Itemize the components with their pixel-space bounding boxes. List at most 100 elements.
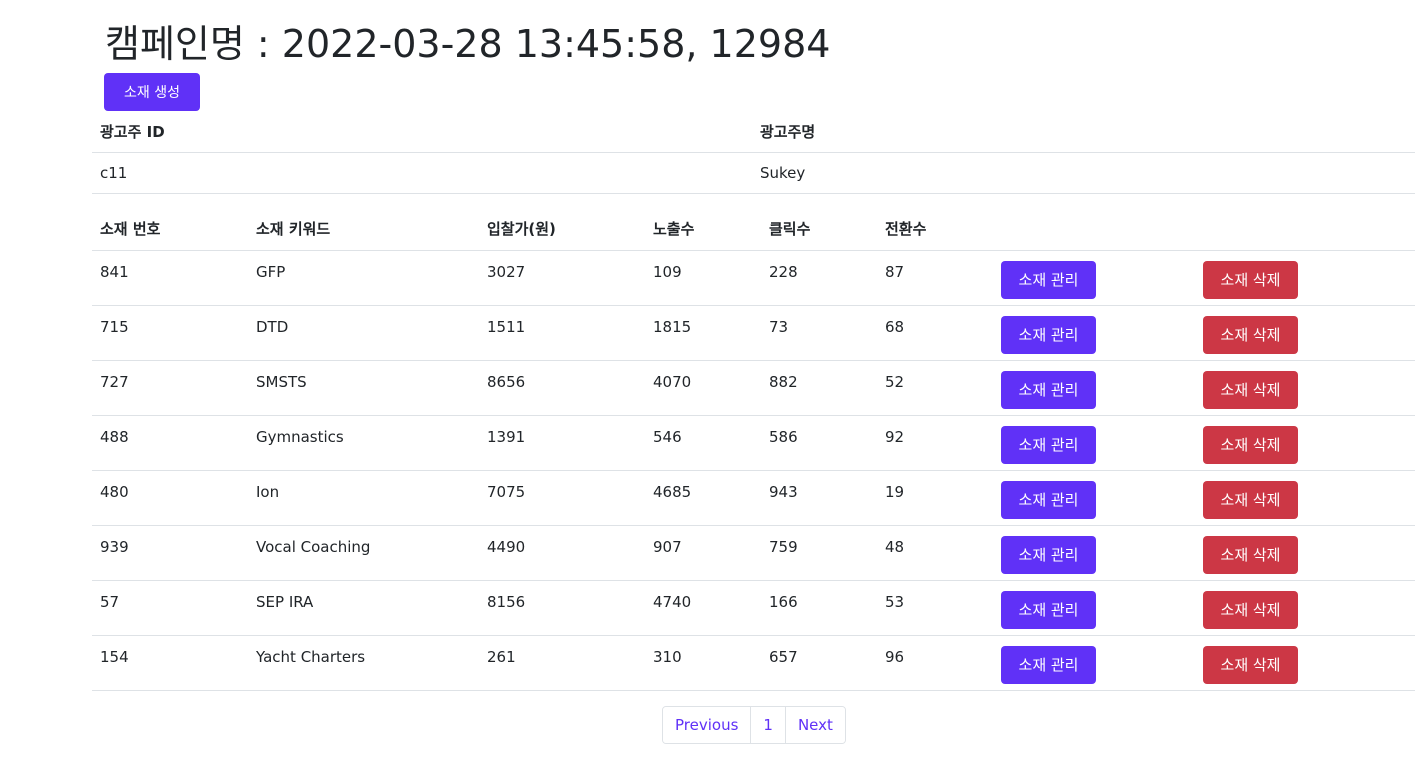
cell-creative-number: 57 bbox=[92, 580, 248, 636]
cell-creative-number: 727 bbox=[92, 360, 248, 416]
delete-creative-button[interactable]: 소재 삭제 bbox=[1203, 425, 1298, 464]
header-clicks: 클릭수 bbox=[761, 208, 877, 251]
cell-delete: 소재 삭제 bbox=[1195, 580, 1415, 636]
cell-impressions: 310 bbox=[645, 635, 761, 691]
cell-manage: 소재 관리 bbox=[993, 360, 1195, 416]
cell-bid-price: 8656 bbox=[479, 360, 645, 416]
manage-creative-button[interactable]: 소재 관리 bbox=[1001, 260, 1096, 299]
cell-clicks: 166 bbox=[761, 580, 877, 636]
cell-impressions: 4740 bbox=[645, 580, 761, 636]
pagination-previous[interactable]: Previous bbox=[663, 707, 751, 743]
cell-clicks: 73 bbox=[761, 305, 877, 361]
cell-creative-number: 488 bbox=[92, 415, 248, 471]
cell-creative-number: 480 bbox=[92, 470, 248, 526]
manage-creative-button[interactable]: 소재 관리 bbox=[1001, 645, 1096, 684]
table-row: 841 GFP 3027 109 228 87 소재 관리 소재 삭제 bbox=[92, 250, 1415, 306]
cell-bid-price: 4490 bbox=[479, 525, 645, 581]
cell-creative-keyword: Gymnastics bbox=[248, 415, 479, 471]
table-row: 154 Yacht Charters 261 310 657 96 소재 관리 소재 삭제 bbox=[92, 635, 1415, 691]
cell-conversions: 68 bbox=[877, 305, 993, 361]
cell-impressions: 907 bbox=[645, 525, 761, 581]
cell-manage: 소재 관리 bbox=[993, 305, 1195, 361]
delete-creative-button[interactable]: 소재 삭제 bbox=[1203, 260, 1298, 299]
header-advertiser-id: 광고주 ID bbox=[92, 111, 752, 153]
cell-manage: 소재 관리 bbox=[993, 470, 1195, 526]
cell-conversions: 96 bbox=[877, 635, 993, 691]
cell-conversions: 87 bbox=[877, 250, 993, 306]
cell-delete: 소재 삭제 bbox=[1195, 250, 1415, 306]
delete-creative-button[interactable]: 소재 삭제 bbox=[1203, 370, 1298, 409]
cell-clicks: 882 bbox=[761, 360, 877, 416]
header-bid-price: 입찰가(원) bbox=[479, 208, 645, 251]
cell-impressions: 4070 bbox=[645, 360, 761, 416]
delete-creative-button[interactable]: 소재 삭제 bbox=[1203, 645, 1298, 684]
cell-impressions: 4685 bbox=[645, 470, 761, 526]
manage-creative-button[interactable]: 소재 관리 bbox=[1001, 425, 1096, 464]
header-impressions: 노출수 bbox=[645, 208, 761, 251]
header-conversions: 전환수 bbox=[877, 208, 993, 251]
manage-creative-button[interactable]: 소재 관리 bbox=[1001, 370, 1096, 409]
delete-creative-button[interactable]: 소재 삭제 bbox=[1203, 315, 1298, 354]
advertiser-row: c11 Sukey bbox=[92, 152, 1415, 194]
manage-creative-button[interactable]: 소재 관리 bbox=[1001, 535, 1096, 574]
cell-conversions: 53 bbox=[877, 580, 993, 636]
pagination: Previous 1 Next bbox=[662, 706, 846, 744]
table-row: 715 DTD 1511 1815 73 68 소재 관리 소재 삭제 bbox=[92, 305, 1415, 361]
advertiser-id-value: c11 bbox=[92, 152, 752, 194]
cell-bid-price: 7075 bbox=[479, 470, 645, 526]
cell-impressions: 546 bbox=[645, 415, 761, 471]
cell-creative-keyword: SMSTS bbox=[248, 360, 479, 416]
header-delete bbox=[1195, 208, 1415, 251]
cell-creative-keyword: DTD bbox=[248, 305, 479, 361]
cell-clicks: 228 bbox=[761, 250, 877, 306]
page-title: 캠페인명 : 2022-03-28 13:45:58, 12984 bbox=[105, 22, 831, 66]
creative-table: 소재 번호 소재 키워드 입찰가(원) 노출수 클릭수 전환수 841 GFP 30… bbox=[92, 208, 1415, 691]
table-row: 488 Gymnastics 1391 546 586 92 소재 관리 소재 삭제 bbox=[92, 415, 1415, 471]
cell-manage: 소재 관리 bbox=[993, 580, 1195, 636]
cell-creative-number: 841 bbox=[92, 250, 248, 306]
cell-bid-price: 261 bbox=[479, 635, 645, 691]
delete-creative-button[interactable]: 소재 삭제 bbox=[1203, 590, 1298, 629]
table-row: 57 SEP IRA 8156 4740 166 53 소재 관리 소재 삭제 bbox=[92, 580, 1415, 636]
delete-creative-button[interactable]: 소재 삭제 bbox=[1203, 535, 1298, 574]
cell-creative-number: 715 bbox=[92, 305, 248, 361]
cell-manage: 소재 관리 bbox=[993, 525, 1195, 581]
cell-creative-number: 939 bbox=[92, 525, 248, 581]
cell-clicks: 657 bbox=[761, 635, 877, 691]
cell-impressions: 1815 bbox=[645, 305, 761, 361]
cell-clicks: 943 bbox=[761, 470, 877, 526]
cell-creative-keyword: SEP IRA bbox=[248, 580, 479, 636]
cell-bid-price: 1391 bbox=[479, 415, 645, 471]
cell-conversions: 48 bbox=[877, 525, 993, 581]
manage-creative-button[interactable]: 소재 관리 bbox=[1001, 590, 1096, 629]
header-creative-keyword: 소재 키워드 bbox=[248, 208, 479, 251]
manage-creative-button[interactable]: 소재 관리 bbox=[1001, 480, 1096, 519]
cell-delete: 소재 삭제 bbox=[1195, 305, 1415, 361]
cell-creative-keyword: Ion bbox=[248, 470, 479, 526]
cell-delete: 소재 삭제 bbox=[1195, 635, 1415, 691]
creative-header-row: 소재 번호 소재 키워드 입찰가(원) 노출수 클릭수 전환수 bbox=[92, 208, 1415, 251]
table-row: 939 Vocal Coaching 4490 907 759 48 소재 관리 소재 삭제 bbox=[92, 525, 1415, 581]
header-manage bbox=[993, 208, 1195, 251]
cell-delete: 소재 삭제 bbox=[1195, 415, 1415, 471]
pagination-page-1[interactable]: 1 bbox=[750, 707, 785, 743]
cell-impressions: 109 bbox=[645, 250, 761, 306]
creative-table-body: 841 GFP 3027 109 228 87 소재 관리 소재 삭제 715 DTD 1511 18… bbox=[92, 250, 1415, 691]
header-creative-number: 소재 번호 bbox=[92, 208, 248, 251]
cell-manage: 소재 관리 bbox=[993, 250, 1195, 306]
cell-creative-keyword: Vocal Coaching bbox=[248, 525, 479, 581]
cell-manage: 소재 관리 bbox=[993, 415, 1195, 471]
header-advertiser-name: 광고주명 bbox=[752, 111, 1415, 153]
advertiser-header-row: 광고주 ID 광고주명 bbox=[92, 111, 1415, 153]
cell-conversions: 52 bbox=[877, 360, 993, 416]
cell-delete: 소재 삭제 bbox=[1195, 525, 1415, 581]
pagination-next[interactable]: Next bbox=[784, 707, 845, 743]
table-row: 480 Ion 7075 4685 943 19 소재 관리 소재 삭제 bbox=[92, 470, 1415, 526]
cell-conversions: 19 bbox=[877, 470, 993, 526]
manage-creative-button[interactable]: 소재 관리 bbox=[1001, 315, 1096, 354]
cell-creative-keyword: GFP bbox=[248, 250, 479, 306]
cell-delete: 소재 삭제 bbox=[1195, 470, 1415, 526]
create-creative-button[interactable]: 소재 생성 bbox=[104, 73, 200, 111]
cell-bid-price: 3027 bbox=[479, 250, 645, 306]
delete-creative-button[interactable]: 소재 삭제 bbox=[1203, 480, 1298, 519]
